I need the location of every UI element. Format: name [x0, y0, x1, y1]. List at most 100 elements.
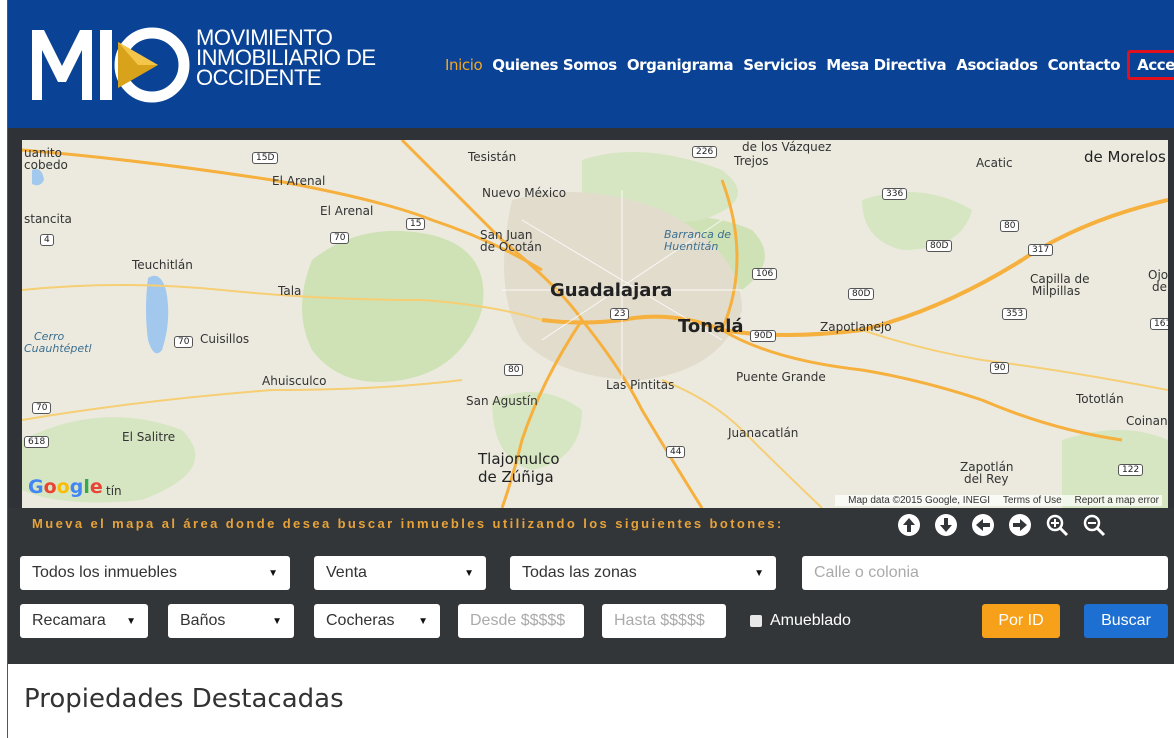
zoom-out-icon[interactable] — [1081, 512, 1107, 538]
chevron-down-icon: ▼ — [418, 615, 428, 627]
featured-properties-title: Propiedades Destacadas — [24, 684, 344, 714]
highway-shield: 15D — [252, 152, 279, 164]
nav-item-acceso[interactable]: Acceso — [1127, 50, 1174, 80]
map-label: Milpillas — [1032, 284, 1081, 298]
highway-shield: 353 — [1002, 308, 1028, 320]
price-from-placeholder: Desde $$$$$ — [470, 612, 566, 629]
main-nav: Inicio Quienes Somos Organigrama Servici… — [440, 50, 1174, 80]
highway-shield: 80D — [926, 240, 953, 252]
nav-item-quienes-somos[interactable]: Quienes Somos — [487, 56, 622, 80]
bedrooms-value: Recamara — [32, 612, 106, 629]
highway-shield: 80 — [504, 364, 524, 376]
map-label: El Arenal — [320, 204, 374, 218]
nav-item-mesa-directiva[interactable]: Mesa Directiva — [821, 56, 951, 80]
page: MOVIMIENTO INMOBILIARIO DE OCCIDENTE Ini… — [8, 0, 1174, 738]
map-label: Acatic — [976, 156, 1013, 170]
highway-shield: 44 — [666, 446, 686, 458]
highway-shield: 90 — [990, 362, 1010, 374]
map-label: de Zúñiga — [478, 468, 554, 486]
highway-shield: 4 — [40, 234, 54, 246]
price-to-placeholder: Hasta $$$$$ — [614, 612, 705, 629]
google-logo[interactable]: Google — [28, 476, 103, 498]
map-label: de los Vázquez — [742, 140, 832, 154]
map-label: Nuevo México — [482, 186, 567, 200]
map-label: Tala — [278, 284, 302, 298]
map-label: Tesistán — [468, 150, 517, 164]
map-label: Zapotlanejo — [820, 320, 892, 334]
nav-item-inicio[interactable]: Inicio — [440, 56, 487, 80]
arrow-down-icon[interactable] — [933, 512, 959, 538]
map-label: El Arenal — [272, 174, 326, 188]
map-label: stancita — [24, 212, 72, 226]
highway-shield: 90D — [750, 330, 777, 342]
highway-shield: 70 — [174, 336, 194, 348]
zone-select[interactable]: Todas las zonas ▼ — [510, 556, 776, 590]
highway-shield: 336 — [882, 188, 908, 200]
chevron-down-icon: ▼ — [464, 567, 474, 579]
map-terms-link[interactable]: Terms of Use — [1003, 495, 1062, 506]
map-label: del Rey — [964, 472, 1009, 486]
arrow-up-icon[interactable] — [896, 512, 922, 538]
map-label: Coinan — [1126, 414, 1168, 428]
map-terrain — [22, 140, 1168, 508]
bedrooms-select[interactable]: Recamara ▼ — [20, 604, 148, 638]
highway-shield: 161 — [1150, 318, 1168, 330]
bathrooms-select[interactable]: Baños ▼ — [168, 604, 294, 638]
property-type-value: Todos los inmuebles — [32, 564, 177, 581]
highway-shield: 23 — [610, 308, 630, 320]
chevron-down-icon: ▼ — [126, 615, 136, 627]
map-label: tín — [106, 484, 122, 498]
search-by-id-button[interactable]: Por ID — [982, 604, 1060, 638]
arrow-left-icon[interactable] — [970, 512, 996, 538]
nav-item-asociados[interactable]: Asociados — [951, 56, 1042, 80]
nav-item-organigrama[interactable]: Organigrama — [622, 56, 738, 80]
operation-select[interactable]: Venta ▼ — [314, 556, 486, 590]
price-from-input[interactable]: Desde $$$$$ — [458, 604, 584, 638]
map-label: San Agustín — [466, 394, 538, 408]
logo-mark[interactable] — [30, 22, 190, 104]
price-to-input[interactable]: Hasta $$$$$ — [602, 604, 726, 638]
nav-item-contacto[interactable]: Contacto — [1043, 56, 1125, 80]
highway-shield: 70 — [330, 232, 350, 244]
operation-value: Venta — [326, 564, 367, 581]
map-label: Tototlán — [1076, 392, 1124, 406]
search-button[interactable]: Buscar — [1084, 604, 1168, 638]
highway-shield: 122 — [1118, 464, 1144, 476]
nav-item-servicios[interactable]: Servicios — [738, 56, 821, 80]
site-header: MOVIMIENTO INMOBILIARIO DE OCCIDENTE Ini… — [8, 0, 1174, 128]
logo-text-line: OCCIDENTE — [196, 65, 322, 90]
arrow-right-icon[interactable] — [1007, 512, 1033, 538]
zone-value: Todas las zonas — [522, 564, 637, 581]
chevron-down-icon: ▼ — [268, 567, 278, 579]
map-instruction: Mueva el mapa al área donde desea buscar… — [32, 516, 784, 531]
search-panel: Mueva el mapa al área donde desea buscar… — [8, 508, 1174, 664]
map-label: Cuauhtépetl — [24, 342, 92, 355]
map-label: Cuisillos — [200, 332, 250, 346]
map-label: de — [1152, 280, 1167, 294]
garages-value: Cocheras — [326, 612, 395, 629]
map-label: cobedo — [24, 158, 68, 172]
logo-text: MOVIMIENTO INMOBILIARIO DE OCCIDENTE — [196, 27, 376, 90]
furnished-option[interactable]: Amueblado — [750, 612, 851, 630]
map-label: Teuchitlán — [132, 258, 193, 272]
map-attribution: Map data ©2015 Google, INEGI Terms of Us… — [835, 495, 1162, 506]
map-label: de Ocotán — [480, 240, 542, 254]
map-label: Tlajomulco — [478, 450, 560, 468]
street-input[interactable]: Calle o colonia — [802, 556, 1168, 590]
map-credit: Map data ©2015 Google, INEGI — [848, 495, 991, 506]
zoom-in-icon[interactable] — [1044, 512, 1070, 538]
map-report-link[interactable]: Report a map error — [1075, 495, 1159, 506]
map-label-city: Guadalajara — [550, 280, 673, 301]
furnished-checkbox[interactable] — [750, 615, 762, 627]
map-label: Trejos — [734, 154, 769, 168]
property-type-select[interactable]: Todos los inmuebles ▼ — [20, 556, 290, 590]
map-nav-buttons — [896, 512, 1107, 538]
highway-shield: 317 — [1028, 244, 1054, 256]
map-label: Las Pintitas — [606, 378, 675, 392]
map-section: uanito cobedo stancita Tesistán El Arena… — [8, 128, 1174, 508]
garages-select[interactable]: Cocheras ▼ — [314, 604, 440, 638]
furnished-label: Amueblado — [770, 612, 851, 629]
bathrooms-value: Baños — [180, 612, 226, 629]
map-canvas[interactable]: uanito cobedo stancita Tesistán El Arena… — [22, 140, 1168, 508]
highway-shield: 226 — [692, 146, 718, 158]
